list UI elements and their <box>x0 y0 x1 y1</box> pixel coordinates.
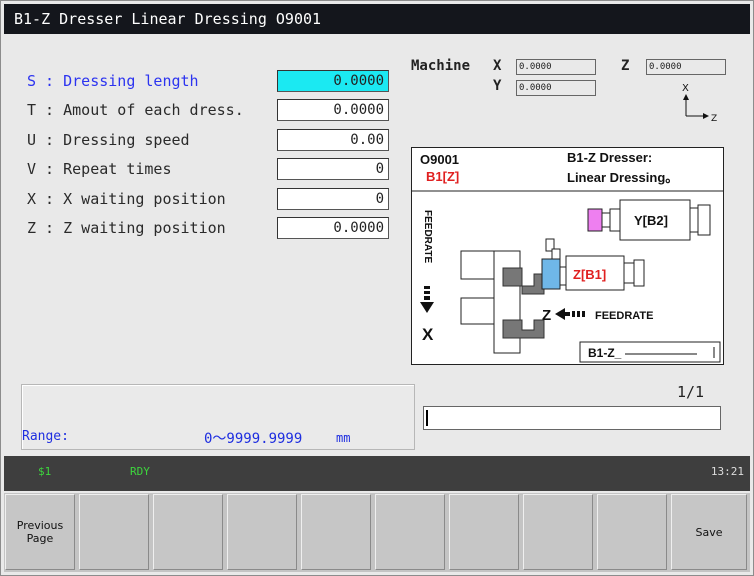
function-key-9[interactable] <box>597 494 667 570</box>
param-label-s: S : Dressing length <box>27 72 199 90</box>
page-indicator: 1/1 <box>677 383 705 401</box>
run-state: RDY <box>130 465 150 478</box>
previous-page-button[interactable]: Previous Page <box>5 494 75 570</box>
window-title: B1-Z Dresser Linear Dressing O9001 <box>14 10 322 28</box>
range-label: Range: <box>22 429 69 444</box>
diagram-y-spindle: Y[B2] <box>634 213 668 228</box>
param-label-z: Z : Z waiting position <box>27 219 226 237</box>
diagram-x-arrow-label: X <box>422 325 434 344</box>
diagram-left-axis: B1[Z] <box>426 169 459 184</box>
function-key-3[interactable] <box>153 494 223 570</box>
function-key-7[interactable] <box>449 494 519 570</box>
z-feed-arrow <box>555 308 585 320</box>
diagram-z-feed-label: Z <box>542 307 551 324</box>
diagram-footer: B1-Z_ <box>588 346 622 360</box>
diagram-feedrate-vertical: FEEDRATE <box>422 210 433 263</box>
status-bar: $1 RDY 13:21 <box>4 456 750 491</box>
text-caret <box>426 410 428 426</box>
diagram-program: O9001 <box>420 152 459 167</box>
machine-x-value: 0.0000 <box>516 59 596 75</box>
channel-indicator: $1 <box>38 465 52 478</box>
diagram-head-line1: B1-Z Dresser: <box>567 150 652 165</box>
machine-column <box>460 250 545 354</box>
param-input-x[interactable]: 0 <box>277 188 389 210</box>
function-key-2[interactable] <box>79 494 149 570</box>
param-input-z[interactable]: 0.0000 <box>277 217 389 239</box>
param-input-t[interactable]: 0.0000 <box>277 99 389 121</box>
diagram-z-feedrate: FEEDRATE <box>595 310 653 322</box>
machine-x-label: X <box>493 58 502 74</box>
function-key-6[interactable] <box>375 494 445 570</box>
range-message-box: Range: 0～9999.9999 mm <box>21 384 415 450</box>
x-feed-arrow <box>420 286 434 313</box>
clock: 13:21 <box>710 465 744 478</box>
param-label-t: T : Amout of each dress. <box>27 101 244 119</box>
param-label-v: V : Repeat times <box>27 160 172 178</box>
param-label-u: U : Dressing speed <box>27 131 190 149</box>
param-label-x: X : X waiting position <box>27 190 226 208</box>
function-key-4[interactable] <box>227 494 297 570</box>
title-bar: B1-Z Dresser Linear Dressing O9001 <box>4 4 750 34</box>
param-input-v[interactable]: 0 <box>277 158 389 180</box>
axis-z-label: Z <box>711 114 717 124</box>
function-key-5[interactable] <box>301 494 371 570</box>
function-key-8[interactable] <box>523 494 593 570</box>
function-key-bar: Previous Page Save <box>4 493 750 572</box>
machine-z-label: Z <box>621 58 630 74</box>
axis-orientation-icon: X Z <box>682 83 717 124</box>
input-line[interactable] <box>423 406 721 430</box>
machine-z-value: 0.0000 <box>646 59 726 75</box>
machine-y-label: Y <box>493 78 502 94</box>
param-input-u[interactable]: 0.00 <box>277 129 389 151</box>
dressing-diagram: O9001 B1[Z] B1-Z Dresser: Linear Dressin… <box>411 147 724 365</box>
diagram-head-line2: Linear Dressing。 <box>567 170 678 185</box>
axis-x-label: X <box>682 83 689 94</box>
diagram-z-spindle: Z[B1] <box>573 267 606 282</box>
range-value: 0～9999.9999 <box>204 431 303 447</box>
param-input-s[interactable]: 0.0000 <box>277 70 389 92</box>
dressing-diagram-graphic: O9001 B1[Z] B1-Z Dresser: Linear Dressin… <box>412 150 723 363</box>
machine-y-value: 0.0000 <box>516 80 596 96</box>
range-unit: mm <box>336 431 351 445</box>
dresser-tool <box>541 238 567 290</box>
machine-label: Machine <box>411 58 471 74</box>
hmi-window: B1-Z Dresser Linear Dressing O9001 S : D… <box>0 0 754 576</box>
save-button[interactable]: Save <box>671 494 747 570</box>
